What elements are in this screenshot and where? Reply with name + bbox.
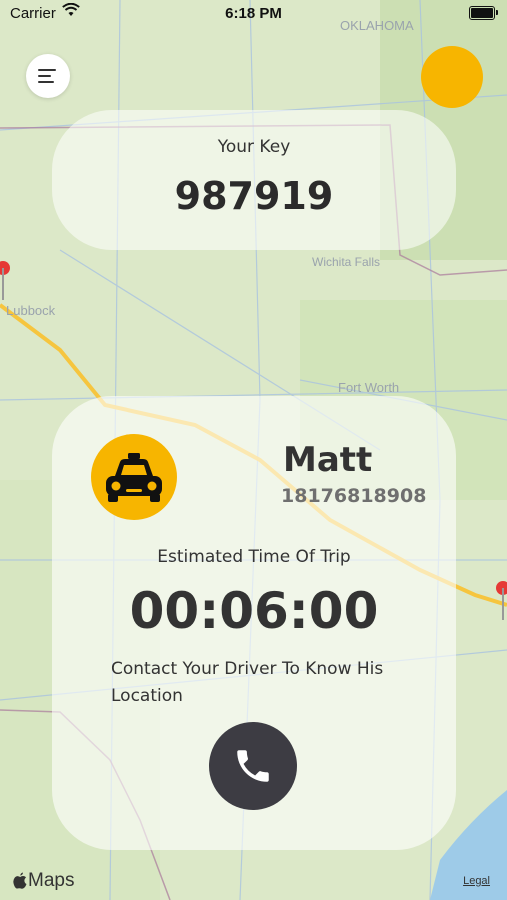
maps-label: Maps [28, 870, 75, 891]
legal-link[interactable]: Legal [463, 875, 490, 887]
menu-icon [38, 69, 56, 83]
taxi-icon [91, 434, 177, 520]
map-label-wichita-falls: Wichita Falls [312, 255, 380, 269]
menu-button[interactable] [26, 54, 70, 98]
driver-phone: 18176818908 [281, 485, 427, 507]
map-label-fort-worth: Fort Worth [338, 380, 399, 395]
key-value: 987919 [174, 174, 334, 218]
map-label-lubbock: Lubbock [6, 303, 56, 318]
battery-icon [469, 6, 498, 20]
status-bar: Carrier 6:18 PM [0, 0, 507, 28]
trip-card: Matt 18176818908 Estimated Time Of Trip … [52, 396, 456, 850]
key-label: Your Key [217, 137, 291, 157]
contact-driver-text: Contact Your Driver To Know His Location [111, 659, 384, 706]
eta-value: 00:06:00 [129, 582, 379, 640]
call-driver-button[interactable] [209, 722, 297, 810]
profile-button[interactable] [421, 46, 483, 108]
apple-maps-logo: Maps [12, 870, 74, 892]
status-time: 6:18 PM [225, 5, 282, 22]
phone-icon [237, 750, 269, 782]
eta-label: Estimated Time Of Trip [157, 547, 351, 567]
key-card: Your Key 987919 [52, 110, 456, 250]
driver-name: Matt [283, 440, 373, 480]
apple-icon [13, 872, 27, 889]
